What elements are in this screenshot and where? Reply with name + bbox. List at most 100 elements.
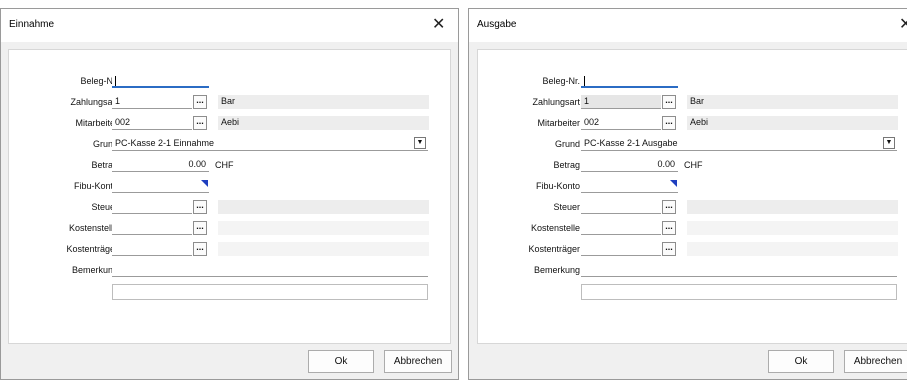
text-cursor bbox=[584, 75, 585, 86]
kostenstelle-description bbox=[218, 221, 429, 235]
mitarbeiter-lookup-button[interactable]: ... bbox=[662, 116, 676, 130]
grund-select[interactable]: PC-Kasse 2-1 Einnahme bbox=[112, 137, 428, 151]
row-beleg: Beleg-Nr. bbox=[9, 73, 452, 89]
form-panel: Beleg-Nr. Zahlungsart 1 ... Bar Mitarbei… bbox=[477, 49, 907, 344]
beleg-input[interactable] bbox=[112, 74, 209, 88]
row-bemerkung: Bemerkung bbox=[9, 262, 452, 278]
title-bar: Ausgabe ✕ bbox=[469, 9, 907, 42]
row-kostentraeger: Kostenträger ... bbox=[478, 241, 907, 257]
dialog-einnahme: Einnahme ✕ Beleg-Nr. Zahlungsart 1 ... B… bbox=[0, 8, 459, 380]
currency-label: CHF bbox=[215, 160, 234, 170]
row-zahlungsart: Zahlungsart 1 ... Bar bbox=[478, 94, 907, 110]
kostentraeger-input[interactable] bbox=[581, 242, 661, 256]
bemerkung-input-1[interactable] bbox=[112, 263, 428, 277]
row-bemerkung: Bemerkung bbox=[478, 262, 907, 278]
kostenstelle-input[interactable] bbox=[581, 221, 661, 235]
fibu-input[interactable] bbox=[112, 179, 209, 193]
zahlungsart-input[interactable]: 1 bbox=[581, 95, 661, 109]
fibu-label: Fibu-Konto bbox=[535, 181, 580, 191]
row-bemerkung-2 bbox=[9, 283, 452, 300]
chevron-down-icon[interactable]: ▼ bbox=[883, 137, 895, 149]
mitarbeiter-description: Aebi bbox=[687, 116, 898, 130]
kostentraeger-lookup-button[interactable]: ... bbox=[193, 242, 207, 256]
steuer-input[interactable] bbox=[581, 200, 661, 214]
steuer-label: Steuer bbox=[553, 202, 580, 212]
kostenstelle-lookup-button[interactable]: ... bbox=[193, 221, 207, 235]
row-steuer: Steuer ... bbox=[9, 199, 452, 215]
mitarbeiter-lookup-button[interactable]: ... bbox=[193, 116, 207, 130]
close-icon[interactable]: ✕ bbox=[899, 15, 907, 35]
cancel-button[interactable]: Abbrechen bbox=[844, 350, 907, 373]
form-panel: Beleg-Nr. Zahlungsart 1 ... Bar Mitarbei… bbox=[8, 49, 451, 344]
chevron-down-icon[interactable]: ▼ bbox=[414, 137, 426, 149]
dropdown-corner-icon bbox=[670, 180, 677, 187]
row-zahlungsart: Zahlungsart 1 ... Bar bbox=[9, 94, 452, 110]
fibu-label: Fibu-Konto bbox=[73, 181, 118, 191]
steuer-lookup-button[interactable]: ... bbox=[662, 200, 676, 214]
steuer-lookup-button[interactable]: ... bbox=[193, 200, 207, 214]
kostenstelle-description bbox=[687, 221, 898, 235]
ok-button[interactable]: Ok bbox=[308, 350, 374, 373]
row-kostentraeger: Kostenträger ... bbox=[9, 241, 452, 257]
bemerkung-input-1[interactable] bbox=[581, 263, 897, 277]
kostentraeger-input[interactable] bbox=[112, 242, 192, 256]
kostentraeger-label: Kostenträger bbox=[528, 244, 580, 254]
bemerkung-label: Bemerkung bbox=[71, 265, 118, 275]
kostentraeger-lookup-button[interactable]: ... bbox=[662, 242, 676, 256]
row-grund: Grund PC-Kasse 2-1 Einnahme ▼ bbox=[9, 136, 452, 152]
kostenstelle-label: Kostenstelle bbox=[530, 223, 580, 233]
mitarbeiter-input[interactable]: 002 bbox=[581, 116, 661, 130]
dialog-title: Ausgabe bbox=[477, 19, 517, 30]
bemerkung-input-2[interactable] bbox=[581, 284, 897, 300]
kostentraeger-label: Kostenträger bbox=[66, 244, 118, 254]
betrag-label: Betrag bbox=[553, 160, 580, 170]
row-beleg: Beleg-Nr. bbox=[478, 73, 907, 89]
betrag-label: Betrag bbox=[91, 160, 118, 170]
row-kostenstelle: Kostenstelle ... bbox=[478, 220, 907, 236]
zahlungsart-description: Bar bbox=[687, 95, 898, 109]
zahlungsart-lookup-button[interactable]: ... bbox=[193, 95, 207, 109]
steuer-input[interactable] bbox=[112, 200, 192, 214]
row-steuer: Steuer ... bbox=[478, 199, 907, 215]
grund-label: Grund bbox=[554, 139, 580, 149]
dialog-ausgabe: Ausgabe ✕ Beleg-Nr. Zahlungsart 1 ... Ba… bbox=[468, 8, 907, 380]
fibu-input[interactable] bbox=[581, 179, 678, 193]
beleg-label: Beleg-Nr. bbox=[80, 76, 118, 86]
mitarbeiter-input[interactable]: 002 bbox=[112, 116, 192, 130]
currency-label: CHF bbox=[684, 160, 703, 170]
beleg-input[interactable] bbox=[581, 74, 678, 88]
text-cursor bbox=[115, 75, 116, 86]
steuer-description bbox=[687, 200, 898, 214]
kostenstelle-input[interactable] bbox=[112, 221, 192, 235]
dialog-title: Einnahme bbox=[9, 19, 55, 30]
kostentraeger-description bbox=[218, 242, 429, 256]
kostenstelle-label: Kostenstelle bbox=[68, 223, 118, 233]
kostenstelle-lookup-button[interactable]: ... bbox=[662, 221, 676, 235]
row-grund: Grund PC-Kasse 2-1 Ausgabe ▼ bbox=[478, 136, 907, 152]
ok-button[interactable]: Ok bbox=[768, 350, 834, 373]
steuer-label: Steuer bbox=[91, 202, 118, 212]
row-mitarbeiter: Mitarbeiter 002 ... Aebi bbox=[9, 115, 452, 131]
zahlungsart-label: Zahlungsart bbox=[70, 97, 118, 107]
row-bemerkung-2 bbox=[478, 283, 907, 300]
close-icon[interactable]: ✕ bbox=[432, 15, 445, 35]
betrag-input[interactable]: 0.00 bbox=[581, 158, 678, 172]
bemerkung-label: Bemerkung bbox=[533, 265, 580, 275]
row-fibu: Fibu-Konto bbox=[478, 178, 907, 194]
title-bar: Einnahme ✕ bbox=[1, 9, 458, 42]
cancel-button[interactable]: Abbrechen bbox=[384, 350, 452, 373]
zahlungsart-label: Zahlungsart bbox=[532, 97, 580, 107]
zahlungsart-lookup-button[interactable]: ... bbox=[662, 95, 676, 109]
bemerkung-input-2[interactable] bbox=[112, 284, 428, 300]
mitarbeiter-label: Mitarbeiter bbox=[537, 118, 580, 128]
row-mitarbeiter: Mitarbeiter 002 ... Aebi bbox=[478, 115, 907, 131]
grund-select[interactable]: PC-Kasse 2-1 Ausgabe bbox=[581, 137, 897, 151]
steuer-description bbox=[218, 200, 429, 214]
zahlungsart-input[interactable]: 1 bbox=[112, 95, 192, 109]
beleg-label: Beleg-Nr. bbox=[542, 76, 580, 86]
mitarbeiter-label: Mitarbeiter bbox=[75, 118, 118, 128]
betrag-input[interactable]: 0.00 bbox=[112, 158, 209, 172]
grund-label: Grund bbox=[92, 139, 118, 149]
zahlungsart-description: Bar bbox=[218, 95, 429, 109]
row-fibu: Fibu-Konto bbox=[9, 178, 452, 194]
